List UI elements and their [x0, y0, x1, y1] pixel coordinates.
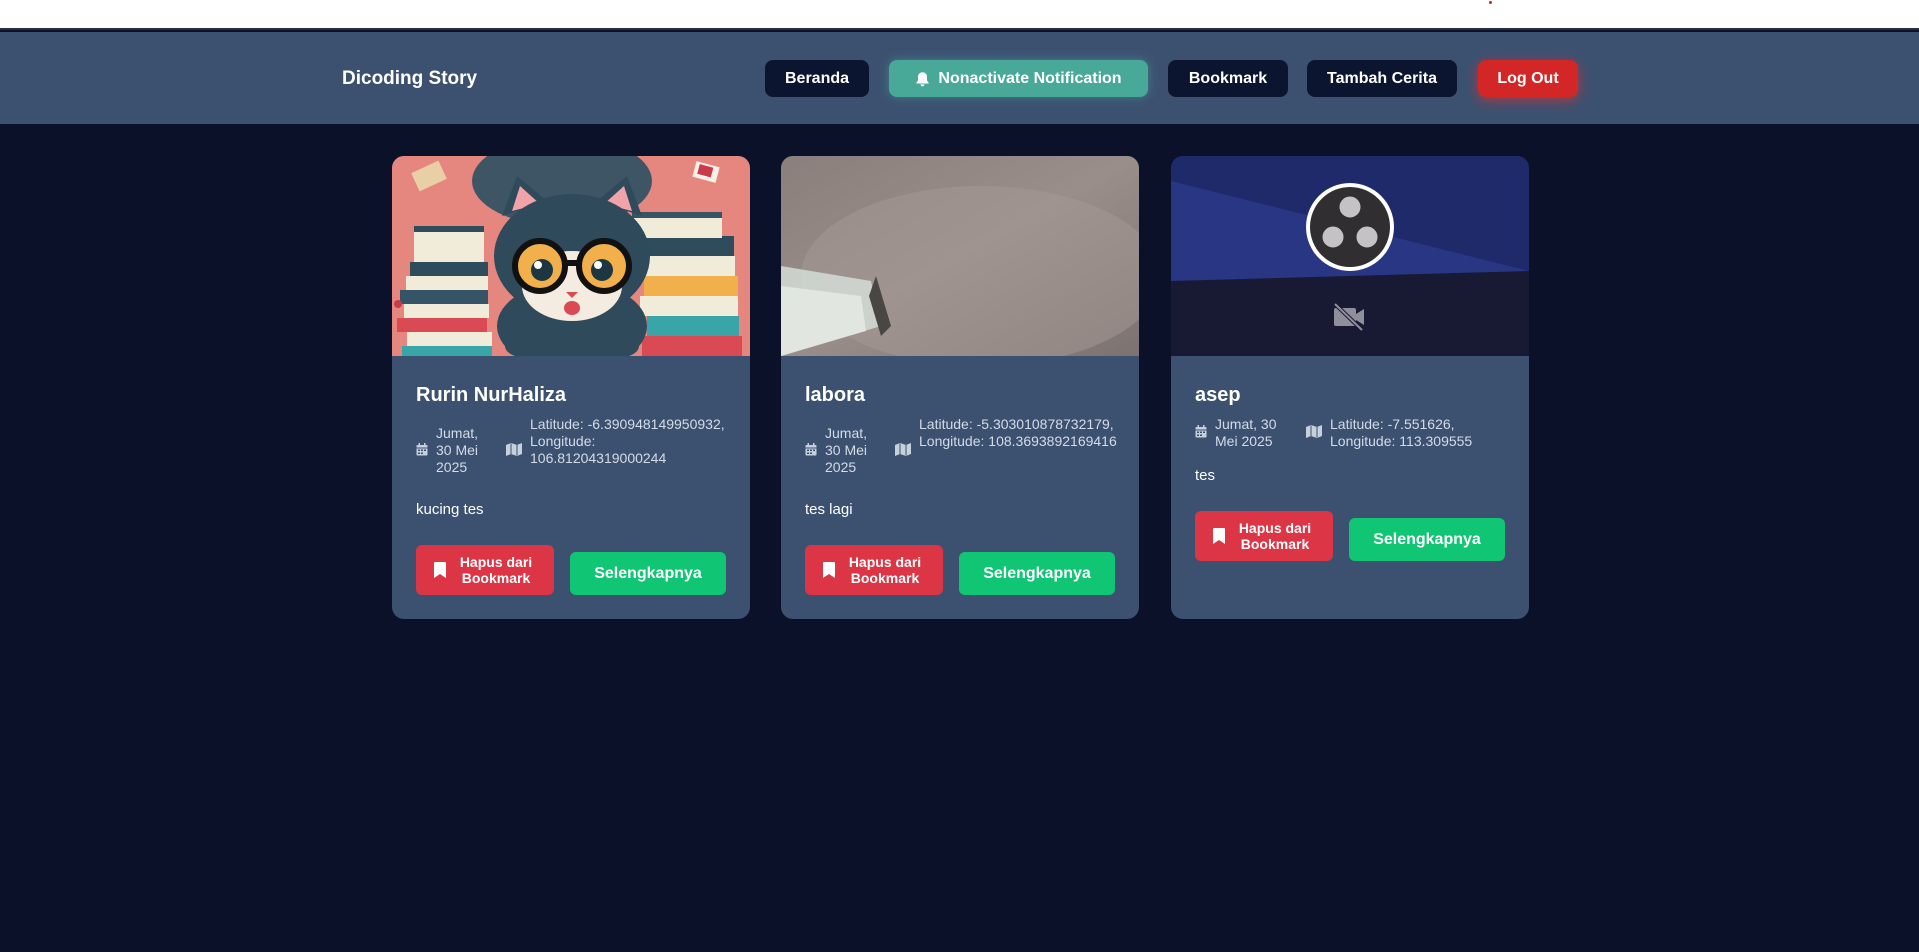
story-description: kucing tes [416, 501, 484, 518]
read-more-button[interactable]: Selengkapnya [1349, 518, 1505, 561]
story-image [392, 156, 750, 356]
browser-indicator-dot [1489, 1, 1492, 4]
browser-top-strip [0, 0, 1919, 30]
story-card: Rurin NurHaliza Jumat, 30 Mei 2025 Latit… [392, 156, 750, 619]
story-date: Jumat, 30 Mei 2025 [1215, 416, 1277, 449]
remove-bookmark-label: Hapus dari Bookmark [459, 554, 533, 586]
bookmark-icon [434, 562, 446, 578]
story-author-name: labora [805, 384, 866, 406]
video-off-icon [1332, 302, 1366, 337]
logout-button[interactable]: Log Out [1478, 60, 1578, 97]
story-location: Latitude: -7.551626, Longitude: 113.3095… [1330, 416, 1473, 449]
story-image [1171, 156, 1529, 356]
map-icon [506, 443, 522, 461]
story-author-name: Rurin NurHaliza [416, 384, 567, 406]
map-icon [1306, 425, 1322, 443]
story-author-name: asep [1195, 384, 1241, 406]
remove-bookmark-button[interactable]: Hapus dari Bookmark [416, 545, 554, 595]
calendar-icon [805, 443, 817, 461]
remove-bookmark-label: Hapus dari Bookmark [848, 554, 922, 586]
story-location: Latitude: -5.303010878732179, Longitude:… [919, 416, 1117, 449]
obs-logo-icon [1304, 181, 1396, 278]
story-image [781, 156, 1139, 356]
nav-notification-label: Nonactivate Notification [938, 69, 1122, 87]
story-date: Jumat, 30 Mei 2025 [436, 425, 479, 475]
nav-bookmark-button[interactable]: Bookmark [1168, 60, 1288, 97]
read-more-button[interactable]: Selengkapnya [959, 552, 1115, 595]
calendar-icon [1195, 425, 1207, 443]
remove-bookmark-button[interactable]: Hapus dari Bookmark [1195, 511, 1333, 561]
bell-icon [915, 71, 930, 87]
story-description: tes lagi [805, 501, 853, 518]
nav-notification-button[interactable]: Nonactivate Notification [889, 60, 1148, 97]
calendar-icon [416, 443, 428, 461]
bookmark-icon [823, 562, 835, 578]
story-date: Jumat, 30 Mei 2025 [825, 425, 868, 475]
story-location: Latitude: -6.390948149950932, Longitude:… [530, 416, 725, 466]
nav-home-button[interactable]: Beranda [765, 60, 869, 97]
nav-add-story-button[interactable]: Tambah Cerita [1307, 60, 1457, 97]
app-header: Dicoding Story Beranda Nonactivate Notif… [0, 32, 1919, 124]
story-card: labora Jumat, 30 Mei 2025 Latitude: -5.3… [781, 156, 1139, 619]
remove-bookmark-button[interactable]: Hapus dari Bookmark [805, 545, 943, 595]
read-more-button[interactable]: Selengkapnya [570, 552, 726, 595]
map-icon [895, 443, 911, 461]
story-description: tes [1195, 467, 1216, 484]
story-card: asep Jumat, 30 Mei 2025 Latitude: -7.551… [1171, 156, 1529, 619]
brand-title: Dicoding Story [342, 68, 478, 89]
bookmark-icon [1213, 528, 1225, 544]
remove-bookmark-label: Hapus dari Bookmark [1238, 520, 1312, 552]
